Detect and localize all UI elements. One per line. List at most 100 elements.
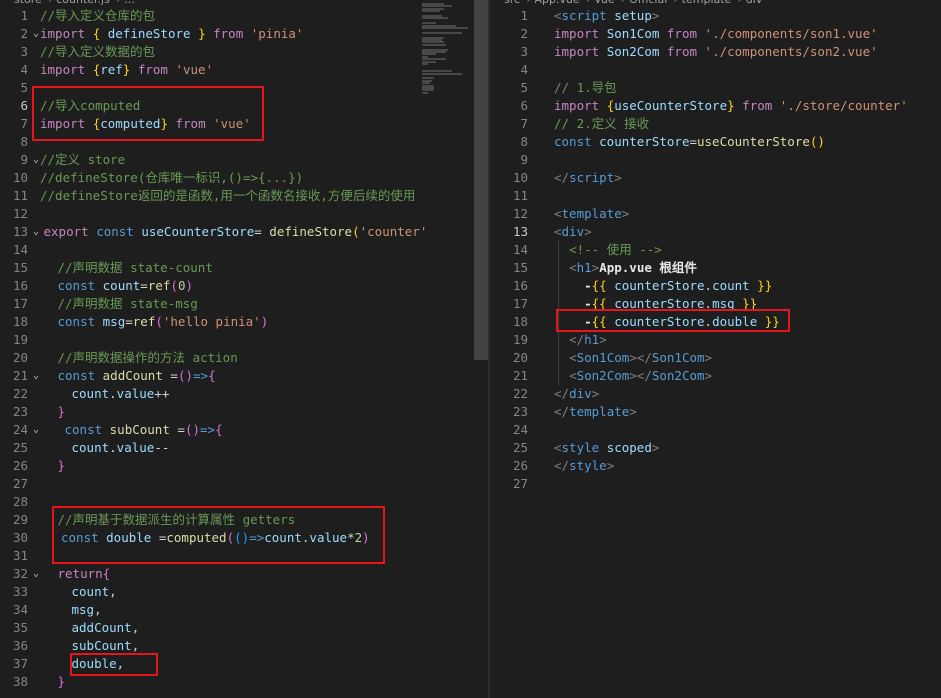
- line-number: 16: [12, 278, 28, 293]
- code-text: import {computed} from 'vue': [40, 115, 251, 133]
- breadcrumb-item[interactable]: counter.js: [56, 0, 110, 6]
- code-token: }: [57, 458, 66, 473]
- line-number: 23: [12, 404, 28, 419]
- code-token: counterStore: [606, 314, 705, 329]
- code-token: subCount: [109, 422, 170, 437]
- line-number: 29: [12, 512, 28, 527]
- code-token: defineStore: [269, 224, 353, 239]
- code-token: count: [264, 530, 302, 545]
- code-token: {{: [591, 278, 607, 293]
- line-number: 13: [512, 224, 528, 239]
- code-token: -: [584, 314, 592, 329]
- code-text: </script>: [554, 169, 622, 187]
- line-number: 25: [12, 440, 28, 455]
- code-text: <!-- 使用 -->: [554, 241, 662, 259]
- code-token: (): [809, 134, 825, 149]
- code-token: count: [71, 584, 110, 599]
- line-number: 12: [512, 206, 528, 221]
- code-text: const count=ref(0): [40, 277, 194, 295]
- code-token: import: [40, 116, 93, 131]
- breadcrumb-separator: ›: [737, 0, 741, 6]
- line-number: 2: [520, 26, 528, 41]
- code-token: >: [621, 206, 630, 221]
- code-token: <: [554, 8, 562, 23]
- code-text: import Son1Com from './components/son1.v…: [554, 25, 878, 43]
- code-token: }: [198, 26, 206, 41]
- code-token: './components/son1.vue': [704, 26, 878, 41]
- code-text: import { defineStore } from 'pinia': [40, 25, 303, 43]
- right-editor-pane[interactable]: src › App.vue › Vue › Official › template › div 1 <…: [490, 0, 941, 698]
- code-token: ></: [629, 350, 652, 365]
- code-token: =: [689, 134, 697, 149]
- breadcrumb-item[interactable]: store: [14, 0, 42, 6]
- breadcrumb-item[interactable]: App.vue: [534, 0, 579, 6]
- code-token: --: [154, 440, 170, 455]
- code-token: import: [554, 44, 607, 59]
- breadcrumb-item[interactable]: src: [504, 0, 520, 6]
- left-editor-pane[interactable]: store›counter.js›... 1//导入定义仓库的包2⌄import…: [0, 0, 488, 698]
- code-token: export: [43, 224, 97, 239]
- code-token: ,: [131, 620, 140, 635]
- line-number: 38: [12, 674, 28, 689]
- code-token: {{: [591, 314, 607, 329]
- code-text: }: [40, 457, 66, 475]
- code-token: Son2Com: [651, 368, 705, 383]
- minimap-line: [422, 31, 462, 34]
- code-token: // 1.导包: [554, 80, 617, 95]
- breadcrumb-separator: ›: [526, 0, 530, 6]
- breadcrumb: store › counter.js ›...: [0, 0, 488, 7]
- code-token: Son2Com: [606, 44, 667, 59]
- line-number: 1: [520, 8, 528, 23]
- line-number: 20: [12, 350, 28, 365]
- code-text: addCount,: [40, 619, 140, 637]
- code-token: value: [116, 386, 155, 401]
- code-text: //导入computed: [40, 97, 140, 115]
- code-token: useCounterStore: [697, 134, 810, 149]
- breadcrumb-item[interactable]: Official: [629, 0, 667, 6]
- code-token: Son1Com: [576, 350, 630, 365]
- breadcrumb-item[interactable]: template: [682, 0, 732, 6]
- code-token: (: [155, 314, 163, 329]
- code-token: >: [651, 8, 660, 23]
- code-token: }}: [749, 278, 773, 293]
- code-token: {{: [591, 296, 607, 311]
- code-token: ): [185, 278, 193, 293]
- code-text: <div>: [554, 223, 592, 241]
- line-number: 18: [512, 314, 528, 329]
- line-number: 36: [12, 638, 28, 653]
- code-token: template: [561, 206, 622, 221]
- code-token: from: [130, 62, 176, 77]
- minimap[interactable]: [418, 0, 474, 120]
- breadcrumb-item[interactable]: Vue: [594, 0, 615, 6]
- vertical-scrollbar[interactable]: [474, 0, 488, 360]
- line-number: 32: [12, 566, 28, 581]
- code-text: // 2.定义 接收: [554, 115, 649, 133]
- breadcrumb-item[interactable]: div: [746, 0, 763, 6]
- code-token: }: [57, 404, 66, 419]
- line-number: 17: [512, 296, 528, 311]
- line-number: 27: [512, 476, 528, 491]
- code-text: import {ref} from 'vue': [40, 61, 213, 79]
- code-token: from: [666, 26, 705, 41]
- code-token: >: [629, 404, 637, 419]
- minimap-line: [422, 17, 448, 20]
- code-text: //声明数据 state-msg: [40, 295, 198, 313]
- code-text: //声明数据 state-count: [40, 259, 213, 277]
- code-token: ,: [109, 584, 117, 599]
- line-number: 4: [520, 62, 528, 77]
- code-token: //声明数据 state-msg: [57, 296, 198, 311]
- code-token: ref: [147, 278, 171, 293]
- line-number: 28: [12, 494, 28, 509]
- code-token: </: [554, 458, 570, 473]
- code-token: 'vue': [213, 116, 251, 131]
- code-token: >: [584, 224, 592, 239]
- code-text: count,: [40, 583, 117, 601]
- breadcrumb-item[interactable]: ...: [124, 0, 135, 6]
- code-token: >: [704, 368, 713, 383]
- code-token: const: [96, 224, 142, 239]
- code-token: <: [554, 206, 562, 221]
